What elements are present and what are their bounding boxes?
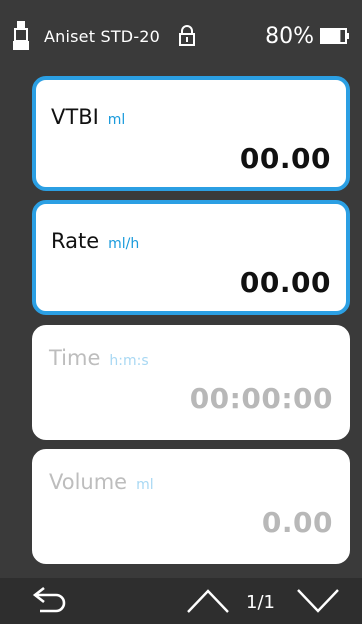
volume-label-group: Volume ml [49, 470, 154, 494]
lock-icon [179, 25, 196, 46]
vtbi-field[interactable]: VTBI ml 00.00 [32, 76, 350, 191]
bottom-nav-bar: 1/1 [0, 578, 362, 624]
device-name: Aniset STD-20 [44, 26, 161, 46]
time-label: Time [49, 346, 101, 370]
vtbi-label-group: VTBI ml [51, 105, 125, 129]
volume-unit: ml [136, 477, 154, 493]
time-field: Time h:m:s 00:00:00 [32, 325, 350, 440]
rate-value: 00.00 [239, 266, 331, 299]
volume-value: 0.00 [261, 506, 333, 539]
volume-field: Volume ml 0.00 [32, 449, 350, 564]
time-value: 00:00:00 [189, 382, 333, 415]
syringe-pump-icon [13, 21, 29, 50]
rate-label: Rate [51, 229, 100, 253]
volume-label: Volume [49, 470, 128, 494]
vtbi-unit: ml [107, 112, 126, 128]
battery-percent: 80% [265, 23, 314, 49]
rate-unit: ml/h [108, 236, 140, 252]
page-indicator: 1/1 [246, 592, 275, 613]
rate-field[interactable]: Rate ml/h 00.00 [32, 200, 350, 315]
vtbi-label: VTBI [51, 105, 99, 129]
back-arrow-icon[interactable] [30, 584, 72, 618]
battery-icon [320, 28, 349, 44]
chevron-down-icon[interactable] [296, 588, 340, 614]
status-bar: Aniset STD-20 80% [0, 0, 362, 72]
chevron-up-icon[interactable] [186, 588, 230, 614]
time-label-group: Time h:m:s [49, 346, 149, 370]
vtbi-value: 00.00 [239, 142, 331, 175]
rate-label-group: Rate ml/h [51, 229, 139, 253]
time-unit: h:m:s [109, 353, 149, 369]
